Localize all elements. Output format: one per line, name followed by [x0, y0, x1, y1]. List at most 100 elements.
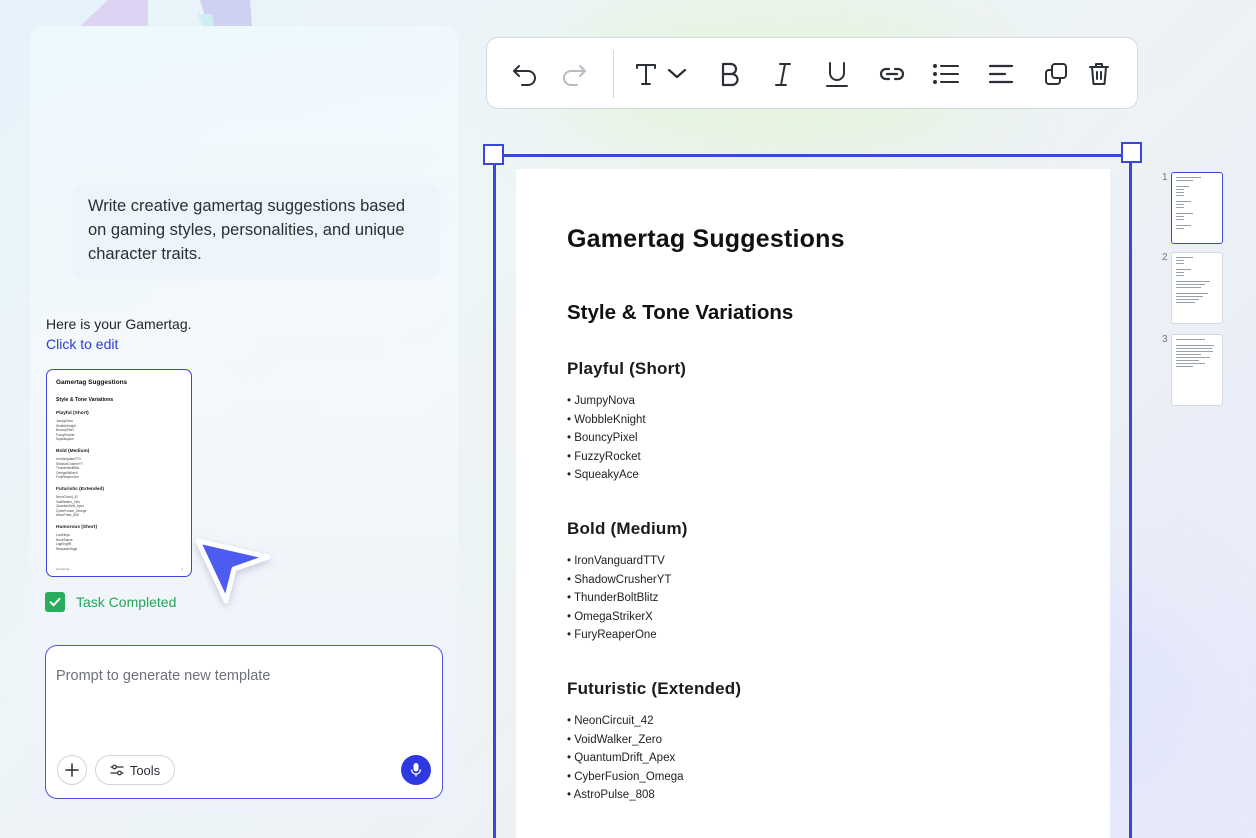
thumbnail-text-line [1176, 296, 1204, 297]
checkbox-checked-icon [45, 592, 65, 612]
list-item[interactable]: QuantumDrift_Apex [567, 749, 1059, 768]
thumbnail-text-line [1176, 366, 1193, 367]
preview-footer: Gamertag 1 [56, 567, 183, 571]
thumbnail-text-line [1176, 287, 1202, 288]
thumbnail-text-line [1176, 216, 1185, 217]
assistant-reply: Here is your Gamertag. [46, 316, 192, 332]
task-status: Task Completed [45, 592, 176, 612]
document-page[interactable]: Gamertag Suggestions Style & Tone Variat… [516, 169, 1110, 838]
thumbnail-text-line [1176, 186, 1189, 187]
thumbnail-text-line [1176, 269, 1191, 270]
list-item[interactable]: ThunderBoltBlitz [567, 589, 1059, 608]
document-section: Bold (Medium) IronVanguardTTV ShadowCrushe… [567, 519, 1059, 645]
tools-label: Tools [129, 762, 161, 778]
section-heading[interactable]: Bold (Medium) [567, 519, 1059, 539]
list-item-text: BouncyPixel [574, 432, 638, 445]
thumbnail-text-line [1176, 284, 1206, 285]
redo-icon [563, 65, 586, 86]
document-subtitle: Style & Tone Variations [567, 301, 794, 324]
voice-input-button[interactable] [401, 755, 431, 785]
list-item-text: AstroPulse_808 [573, 789, 655, 802]
thumbnail-text-line [1176, 204, 1185, 205]
align-left-icon [988, 64, 1014, 84]
list-item[interactable]: FuzzyRocket [567, 448, 1059, 467]
thumbnail-text-line [1176, 357, 1210, 358]
italic-button[interactable] [767, 58, 799, 90]
selection-border-left [493, 154, 496, 838]
thumbnail-text-line [1176, 228, 1185, 229]
thumbnail-text-line [1176, 354, 1202, 355]
prompt-input[interactable] [56, 664, 426, 688]
list-item[interactable]: VoidWalker_Zero [567, 731, 1059, 750]
document-preview-card[interactable]: Gamertag Suggestions Style & Tone Variat… [46, 369, 192, 577]
preview-section: Bold (Medium) IronVanguardTTV ShadowCrushe… [56, 449, 182, 480]
list-item[interactable]: AstroPulse_808 [567, 786, 1059, 805]
link-icon [879, 67, 905, 81]
thumbnail-text-line [1176, 272, 1185, 273]
bold-button[interactable] [713, 58, 745, 90]
thumbnail-text-line [1176, 339, 1206, 340]
thumbnail-text-line [1176, 275, 1185, 276]
page-thumbnail[interactable] [1171, 334, 1223, 406]
bullet-list-button[interactable] [930, 58, 962, 90]
thumbnail-text-line [1176, 219, 1185, 220]
list-item[interactable]: SqueakyAce [567, 466, 1059, 485]
thumbnail-text-line [1176, 207, 1185, 208]
list-item[interactable]: CyberFusion_Omega [567, 768, 1059, 787]
selection-border-right [1129, 154, 1132, 838]
thumbnail-text-line [1176, 213, 1193, 214]
list-item[interactable]: OmegaStrikerX [567, 608, 1059, 627]
section-heading[interactable]: Playful (Short) [567, 359, 1059, 379]
list-item[interactable]: JumpyNova [567, 392, 1059, 411]
preview-footer-page: 1 [181, 567, 183, 571]
duplicate-button[interactable] [1040, 58, 1072, 90]
page-number: 2 [1162, 252, 1168, 263]
list-item[interactable]: WobbleKnight [567, 411, 1059, 430]
link-button[interactable] [876, 58, 908, 90]
align-left-button[interactable] [985, 58, 1017, 90]
thumbnail-text-line [1176, 263, 1185, 264]
list-item[interactable]: IronVanguardTTV [567, 552, 1059, 571]
redo-button[interactable] [558, 58, 590, 90]
page-thumbnail[interactable] [1171, 172, 1223, 244]
add-attachment-button[interactable] [57, 755, 87, 785]
list-item[interactable]: BouncyPixel [567, 429, 1059, 448]
list-item[interactable]: FuryReaperOne [567, 626, 1059, 645]
resize-handle-top-right[interactable] [1121, 142, 1142, 163]
preview-footer-left: Gamertag [56, 567, 70, 571]
click-to-edit-link[interactable]: Click to edit [46, 336, 118, 352]
thumbnail-text-line [1176, 180, 1193, 181]
tools-button[interactable]: Tools [95, 755, 175, 785]
list-item-text: CyberFusion_Omega [574, 770, 684, 783]
preview-list-item: RespawnMage [56, 546, 78, 551]
selection-border-top [494, 154, 1132, 157]
preview-section-heading: Bold (Medium) [56, 448, 90, 454]
list-item[interactable]: NeonCircuit_42 [567, 712, 1059, 731]
thumbnail-text-line [1176, 192, 1185, 193]
underline-button[interactable] [821, 58, 853, 90]
section-heading[interactable]: Futuristic (Extended) [567, 679, 1059, 699]
pointer-cursor-icon [195, 538, 271, 604]
thumbnail-text-line [1176, 195, 1185, 196]
thumbnail-text-line [1176, 348, 1212, 349]
preview-section-heading: Futuristic (Extended) [56, 486, 104, 492]
resize-handle-top-left[interactable] [483, 144, 504, 165]
list-item[interactable]: ShadowCrusherYT [567, 571, 1059, 590]
delete-button[interactable] [1083, 58, 1115, 90]
preview-subtitle: Style & Tone Variations [56, 397, 114, 403]
preview-list-item: AstroPulse_808 [56, 513, 79, 518]
text-style-dropdown[interactable] [634, 58, 698, 90]
page-thumbnail[interactable] [1171, 252, 1223, 324]
preview-section: Humorous (Short) LootNinja NoobSauce LagKin… [56, 525, 182, 551]
list-item-text: WobbleKnight [574, 413, 646, 426]
document-title: Gamertag Suggestions [567, 225, 845, 253]
list-item-text: JumpyNova [574, 395, 635, 407]
bullet-list: IronVanguardTTV ShadowCrusherYT ThunderBol… [567, 552, 1059, 645]
undo-button[interactable] [509, 58, 541, 90]
bullet-list: JumpyNova WobbleKnight BouncyPixel FuzzyRoc… [567, 392, 1059, 485]
thumbnail-text-line [1176, 257, 1193, 258]
thumbnail-text-line [1176, 345, 1214, 346]
bullet-list: NeonCircuit_42 VoidWalker_Zero QuantumDrif… [567, 712, 1059, 805]
delete-icon [1089, 63, 1109, 85]
thumbnail-text-line [1176, 360, 1200, 361]
